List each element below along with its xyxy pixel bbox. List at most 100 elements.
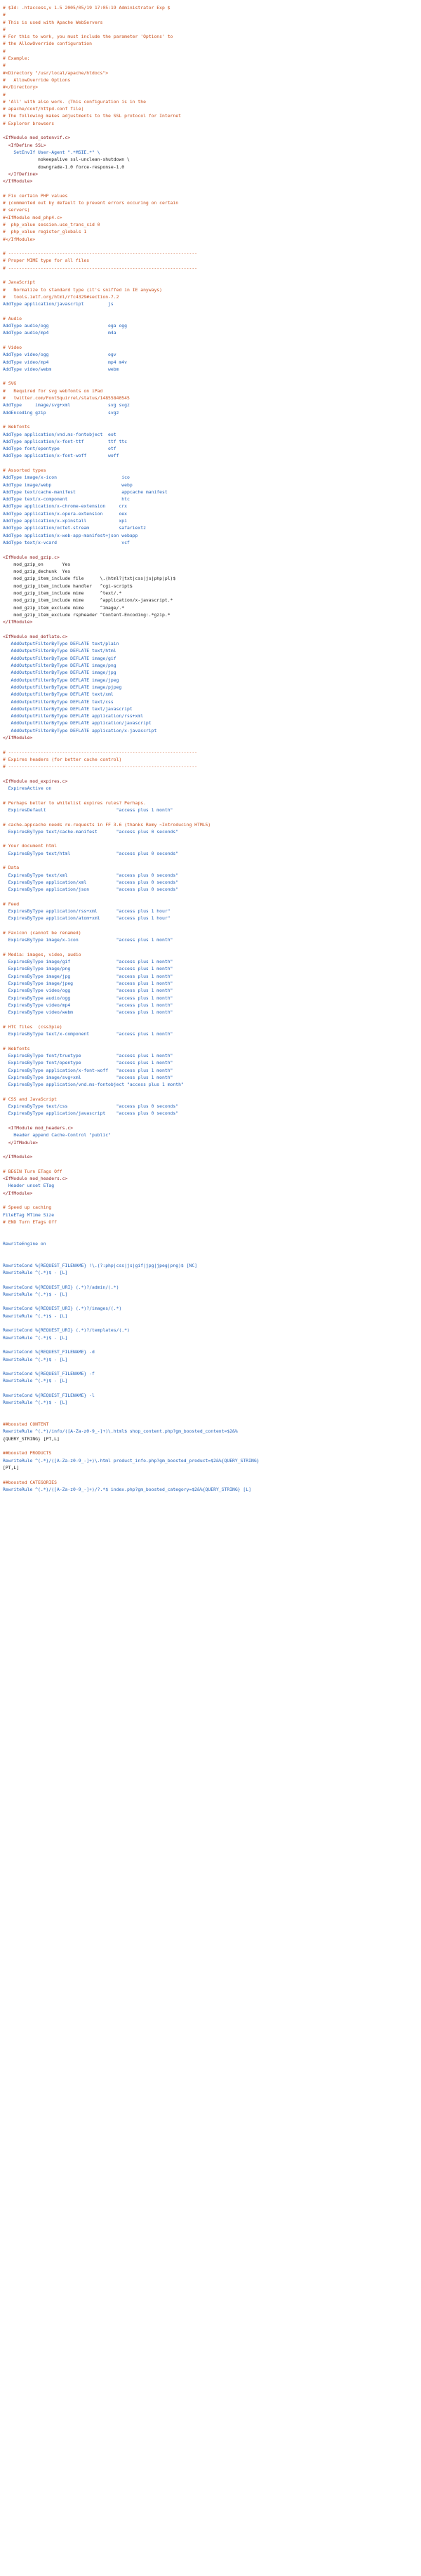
code-line: </IfModule> bbox=[3, 1190, 33, 1196]
code-line: ExpiresByType video/webm "access plus 1 … bbox=[3, 1009, 173, 1016]
code-line: # bbox=[3, 62, 6, 69]
code-line: {QUERY_STRING} [PT,L] bbox=[3, 1435, 60, 1442]
code-line: RewriteRule ^(.*)/([A-Za-z0-9_-]+)\.html… bbox=[3, 1457, 260, 1463]
code-line: </IfModule> bbox=[3, 1154, 33, 1160]
code-line: # --------------------------------------… bbox=[3, 764, 198, 770]
code-line: mod_gzip_on Yes bbox=[3, 561, 71, 567]
code-line: ExpiresByType application/javascript "ac… bbox=[3, 1110, 179, 1117]
code-line: AddOutputFilterByType DEFLATE image/pjpe… bbox=[3, 684, 122, 690]
code-line: # cache.appcache needs re-requests in FF… bbox=[3, 821, 211, 828]
code-line: ExpiresByType video/mp4 "access plus 1 m… bbox=[3, 1002, 173, 1008]
code-line: # Webfonts bbox=[3, 1045, 30, 1051]
code-line: ExpiresByType image/x-icon "access plus … bbox=[3, 937, 173, 943]
code-line: <IfModule mod_headers.c> bbox=[3, 1176, 68, 1182]
code-line: # HTC files (css3pie) bbox=[3, 1023, 62, 1030]
code-line: # Audio bbox=[3, 315, 22, 321]
code-line: AddOutputFilterByType DEFLATE applicatio… bbox=[3, 727, 157, 733]
code-line: ExpiresByType image/jpg "access plus 1 m… bbox=[3, 973, 173, 979]
code-line: RewriteRule ^(.*)/([A-Za-z0-9_-]+)/?.*$ … bbox=[3, 1486, 251, 1492]
code-line: ##boosted CONTENT bbox=[3, 1421, 49, 1428]
code-line: mod_gzip_item_exclude rspheader ^Content… bbox=[3, 611, 171, 618]
code-line: <IfModule mod_headers.c> bbox=[3, 1125, 74, 1131]
code-line: ExpiresByType application/x-font-woff "a… bbox=[3, 1067, 173, 1073]
code-line: AddType application/x-web-app-manifest+j… bbox=[3, 532, 138, 538]
code-line: # SVG bbox=[3, 380, 17, 387]
code-line: ExpiresByType audio/ogg "access plus 1 m… bbox=[3, 995, 173, 1001]
code-line: <IfModule mod_deflate.c> bbox=[3, 633, 68, 639]
code-line: ExpiresDefault "access plus 1 month" bbox=[3, 806, 173, 813]
code-line: # Assorted types bbox=[3, 467, 46, 473]
code-line: RewriteEngine on bbox=[3, 1240, 46, 1247]
code-line: AddType video/webm webm bbox=[3, 366, 119, 372]
code-line: # apache/conf/httpd.conf file) bbox=[3, 106, 84, 112]
code-line: RewriteRule ^(.*)$ - [L] bbox=[3, 1334, 68, 1341]
code-line: # --------------------------------------… bbox=[3, 265, 198, 271]
code-line: # Media: images, video, audio bbox=[3, 951, 81, 957]
code-line: ExpiresByType text/xml "access plus 0 se… bbox=[3, 872, 179, 878]
code-line: mod_gzip_item_include file \.(html?|txt|… bbox=[3, 576, 176, 582]
code-line: ExpiresByType font/truetype "access plus… bbox=[3, 1053, 173, 1059]
code-line: # bbox=[3, 26, 6, 32]
code-line: ExpiresByType application/atom+xml "acce… bbox=[3, 915, 171, 922]
code-line: # The following makes adjustments to the… bbox=[3, 113, 181, 119]
code-line: AddType application/x-chrome-extension c… bbox=[3, 503, 127, 510]
code-line: AddOutputFilterByType DEFLATE image/jpeg bbox=[3, 677, 119, 683]
code-line: ExpiresByType application/rss+xml "acces… bbox=[3, 908, 171, 915]
code-line: AddType video/mp4 mp4 m4v bbox=[3, 359, 127, 365]
code-line: # $Id: .htaccess,v 1.5 2005/05/19 17:05:… bbox=[3, 5, 171, 11]
code-line: mod_gzip_item_include handler ^cgi-scrip… bbox=[3, 583, 133, 589]
code-line: AddType text/cache-manifest appcache man… bbox=[3, 489, 168, 495]
code-line: ExpiresByType image/png "access plus 1 m… bbox=[3, 966, 173, 972]
code-line: <IfModule mod_gzip.c> bbox=[3, 554, 60, 560]
code-line: # Required for svg webfonts on iPad bbox=[3, 387, 103, 394]
code-line: # Video bbox=[3, 344, 22, 350]
code-line: mod_gzip_item_include mime ^text/.* bbox=[3, 590, 122, 597]
code-line: AddType text/x-component htc bbox=[3, 496, 130, 503]
code-line: nokeepalive ssl-unclean-shutdown \ bbox=[3, 157, 130, 163]
code-line: # Perhaps better to whitelist expires ru… bbox=[3, 799, 146, 806]
code-line: # Explorer browsers bbox=[3, 120, 55, 126]
code-line: ExpiresByType font/opentype "access plus… bbox=[3, 1060, 173, 1066]
code-line: RewriteRule ^(.*)$ - [L] bbox=[3, 1269, 68, 1275]
code-line: ##boosted PRODUCTS bbox=[3, 1450, 52, 1456]
code-line: # --------------------------------------… bbox=[3, 749, 198, 755]
code-line: AddType application/x-xpinstall xpi bbox=[3, 518, 127, 524]
code-line: FileETag MTime Size bbox=[3, 1211, 55, 1218]
code-line: AddOutputFilterByType DEFLATE text/css bbox=[3, 698, 114, 705]
code-line: # JavaScript bbox=[3, 279, 36, 286]
code-line: # Webfonts bbox=[3, 424, 30, 430]
code-line: #</IfModule> bbox=[3, 236, 36, 242]
code-line: </IfModule> bbox=[3, 178, 33, 185]
code-line: ExpiresByType application/xml "access pl… bbox=[3, 879, 179, 885]
code-line: RewriteCond %{REQUEST_URI} (.*)?/templat… bbox=[3, 1327, 130, 1334]
code-line: RewriteCond %{REQUEST_FILENAME} !\.(?:ph… bbox=[3, 1262, 198, 1268]
code-line: AddType application/octet-stream safarie… bbox=[3, 525, 146, 531]
code-line: ExpiresByType image/svg+xml "access plus… bbox=[3, 1074, 173, 1080]
code-line: # Expires headers (for better cache cont… bbox=[3, 756, 122, 762]
code-line: ##boosted CATEGORIES bbox=[3, 1479, 57, 1485]
code-line: RewriteCond %{REQUEST_FILENAME} -l bbox=[3, 1393, 95, 1398]
code-line: # tools.ietf.org/html/rfc4329#section-7.… bbox=[3, 293, 119, 300]
code-line: # Proper MIME type for all files bbox=[3, 258, 90, 264]
code-line: </IfModule> bbox=[3, 1139, 39, 1146]
